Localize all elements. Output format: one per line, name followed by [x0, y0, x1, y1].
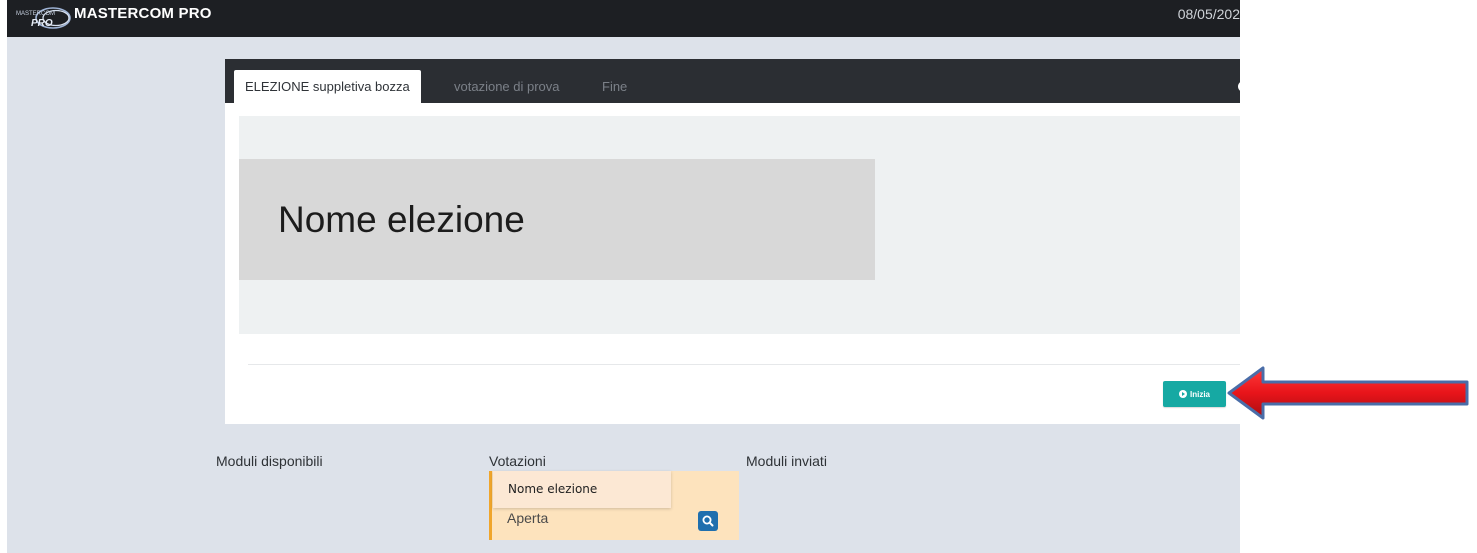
svg-text:PRO: PRO	[31, 18, 53, 29]
mastercom-logo: MASTERCOM PRO	[16, 7, 71, 29]
tab-bar: ELEZIONE suppletiva bozza votazione di p…	[225, 59, 1240, 103]
election-panel: ELEZIONE suppletiva bozza votazione di p…	[225, 59, 1240, 424]
vote-name-label: Nome elezione	[493, 471, 671, 508]
divider	[248, 364, 1240, 365]
vote-status: Aperta	[507, 510, 549, 526]
search-button[interactable]	[698, 511, 718, 531]
app-window: MASTERCOM PRO MASTERCOM PRO 08/05/202 EL…	[7, 0, 1240, 553]
start-button-label: Inizia	[1189, 389, 1210, 399]
current-date: 08/05/202	[1177, 6, 1240, 22]
tab-fine[interactable]: Fine	[591, 70, 638, 103]
svg-text:MASTERCOM: MASTERCOM	[16, 11, 55, 17]
tab-elezione-suppletiva-bozza[interactable]: ELEZIONE suppletiva bozza	[234, 70, 421, 103]
app-title: MASTERCOM PRO	[74, 5, 212, 22]
vote-name: Nome elezione	[508, 482, 598, 496]
tab-votazione-di-prova[interactable]: votazione di prova	[443, 70, 571, 103]
election-name: Nome elezione	[278, 199, 525, 240]
options-icon[interactable]	[1238, 81, 1240, 92]
search-icon	[702, 515, 714, 527]
votazioni-heading: Votazioni	[489, 453, 546, 469]
moduli-disponibili-heading: Moduli disponibili	[216, 453, 323, 469]
annotation-arrow	[1227, 366, 1469, 420]
moduli-inviati-heading: Moduli inviati	[746, 453, 827, 469]
start-button[interactable]: Inizia	[1163, 381, 1226, 407]
arrow-right-circle-icon	[1178, 390, 1187, 398]
top-bar: MASTERCOM PRO MASTERCOM PRO 08/05/202	[7, 0, 1240, 37]
vote-card[interactable]: Nome elezione Aperta	[489, 471, 739, 540]
election-content: Nome elezione	[239, 116, 1240, 334]
election-name-box: Nome elezione	[239, 159, 875, 280]
